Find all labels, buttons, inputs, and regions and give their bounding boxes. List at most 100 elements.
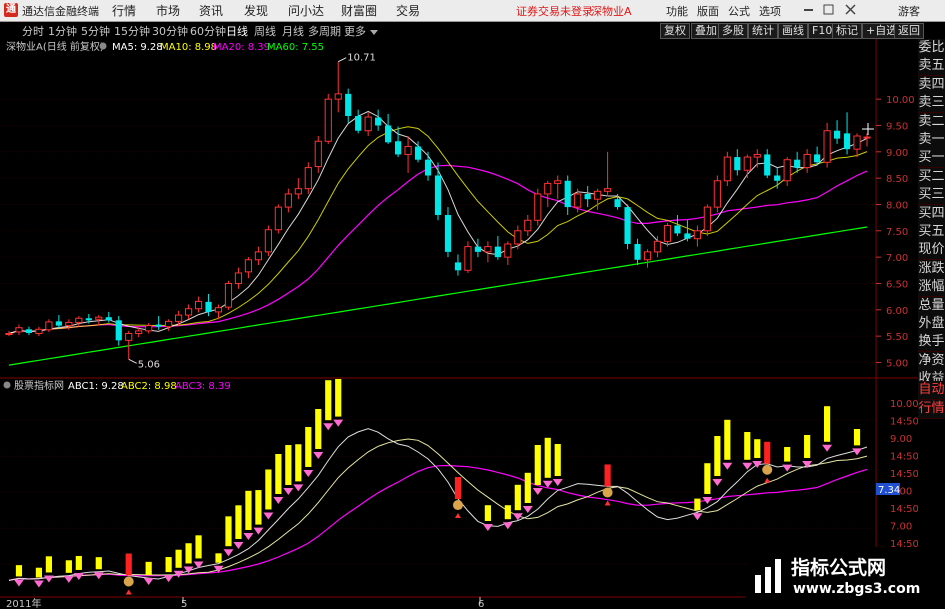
signal-bar-yellow xyxy=(65,560,72,573)
candle-body-down xyxy=(345,93,352,116)
candle-body-up xyxy=(713,180,721,208)
candle-body-down xyxy=(444,215,452,252)
signal-bar-yellow xyxy=(305,427,312,467)
signal-bar-yellow xyxy=(185,543,192,564)
menu-xuanxiang[interactable]: 选项 xyxy=(759,3,781,19)
side-tab-16[interactable]: 换手 xyxy=(918,333,945,353)
candle-body-down xyxy=(394,141,402,155)
more-chevron-down-icon[interactable] xyxy=(370,26,378,39)
adjust-price-button[interactable]: 复权 xyxy=(660,23,690,39)
menu-jiaoyi[interactable]: 交易 xyxy=(396,2,420,19)
signal-bar-yellow xyxy=(824,406,831,442)
candle xyxy=(324,93,332,144)
side-tab-17[interactable]: 净资 xyxy=(918,351,945,371)
period-tab-15min[interactable]: 15分钟 xyxy=(114,23,150,39)
menu-zixun[interactable]: 资讯 xyxy=(199,2,223,19)
back-button[interactable]: 返回 xyxy=(894,23,924,39)
menu-faxian[interactable]: 发现 xyxy=(244,2,268,19)
indicator-name: 股票指标网 xyxy=(14,379,64,392)
signal-bar-yellow xyxy=(15,565,23,577)
multi-stock-button[interactable]: 多股 xyxy=(718,23,748,39)
period-tab-5min[interactable]: 5分钟 xyxy=(81,23,110,39)
candle xyxy=(534,188,542,226)
side-tab-8[interactable]: 买三 xyxy=(918,186,945,206)
side-tab-19[interactable]: 自动 xyxy=(918,381,945,400)
candle xyxy=(224,280,233,310)
side-tab-7[interactable]: 买二 xyxy=(918,167,945,187)
candle-body-up xyxy=(594,190,602,200)
side-tab-13[interactable]: 涨幅 xyxy=(918,278,945,298)
candle-body-down xyxy=(614,199,621,208)
trading-login-notice[interactable]: 证券交易未登录 xyxy=(516,3,593,19)
candle-body-up xyxy=(254,251,263,261)
signal-bar-yellow xyxy=(145,561,152,575)
side-tab-4[interactable]: 卖二 xyxy=(918,112,945,132)
side-tab-11[interactable]: 现价 xyxy=(918,241,945,261)
candle-body-up xyxy=(574,193,582,208)
candle-body-down xyxy=(474,246,482,252)
period-tab-30min[interactable]: 30分钟 xyxy=(152,23,188,39)
statistics-button[interactable]: 统计 xyxy=(748,23,778,39)
side-tab-15[interactable]: 外盘 xyxy=(918,315,945,334)
period-tab-monthly[interactable]: 月线 xyxy=(282,23,304,39)
side-tab-12[interactable]: 涨跌 xyxy=(918,259,945,279)
side-tab-3[interactable]: 卖三 xyxy=(918,94,945,114)
menu-banmian[interactable]: 版面 xyxy=(697,3,719,19)
side-tab-1[interactable]: 卖五 xyxy=(918,57,945,77)
signal-bar-yellow xyxy=(265,469,272,510)
candle-body-up xyxy=(783,159,791,182)
watermark-logo-icon xyxy=(755,559,781,593)
side-tab-10[interactable]: 买五 xyxy=(918,223,945,242)
menu-gongshi[interactable]: 公式 xyxy=(728,3,750,19)
side-tab-9[interactable]: 买四 xyxy=(918,204,945,224)
draw-line-button[interactable]: 画线 xyxy=(778,23,808,39)
signal-bar-yellow xyxy=(95,557,102,570)
ma60-value: MA60: 7.55 xyxy=(267,42,324,53)
price-tick-label: 8.00 xyxy=(886,200,908,211)
menu-gongneng[interactable]: 功能 xyxy=(666,3,688,19)
signal-bar-yellow xyxy=(853,429,861,446)
kline-chart[interactable]: 5.00 5.50 6.00 6.50 7.00 7.50 8.00 8.50 9.00 9.50… xyxy=(0,39,918,379)
side-tab-14[interactable]: 总量 xyxy=(918,296,945,316)
side-tab-5[interactable]: 卖一 xyxy=(918,131,945,150)
period-toolbar: 分时 1分钟 5分钟 15分钟 30分钟 60分钟 日线 周线 月线 多周期 更… xyxy=(0,22,945,40)
candle-body-down xyxy=(674,225,681,234)
side-tab-6[interactable]: 买一 xyxy=(918,149,945,169)
side-tab-0[interactable]: 委比 xyxy=(918,39,945,58)
period-tab-1min[interactable]: 1分钟 xyxy=(48,23,77,39)
stock-name-label: 深物业A(日线 前复权) xyxy=(6,40,104,53)
signal-bar-red xyxy=(604,464,611,487)
period-tab-multi[interactable]: 多周期 xyxy=(308,23,341,39)
abc2-value: ABC2: 8.98 xyxy=(121,381,177,392)
signal-bar-yellow xyxy=(744,432,751,460)
signal-bar-yellow xyxy=(195,535,202,559)
period-tab-fenshi[interactable]: 分时 xyxy=(22,23,44,39)
candle-body-up xyxy=(75,317,83,323)
side-tab-2[interactable]: 卖四 xyxy=(918,75,945,95)
signal-bar-yellow xyxy=(275,454,282,494)
overlay-button[interactable]: 叠加 xyxy=(691,23,721,39)
menu-hangqing[interactable]: 行情 xyxy=(112,2,136,19)
candle-body-down xyxy=(843,133,851,150)
signal-bar-yellow xyxy=(524,472,531,503)
candle-body-up xyxy=(145,325,153,332)
candle-body-up xyxy=(165,320,173,328)
side-tab-20[interactable]: 行情 xyxy=(918,400,945,419)
period-tab-60min[interactable]: 60分钟 xyxy=(190,23,226,39)
indicator-axis-label: 9.00 xyxy=(890,434,912,445)
signal-bar-yellow xyxy=(694,498,701,511)
period-tab-weekly[interactable]: 周线 xyxy=(254,23,276,39)
menu-shichang[interactable]: 市场 xyxy=(156,2,180,19)
menu-wenxiaoda[interactable]: 问小达 xyxy=(288,2,324,19)
menu-caifuquan[interactable]: 财富圈 xyxy=(341,2,377,19)
guest-user-button[interactable]: 游客 xyxy=(898,3,920,19)
candle xyxy=(723,151,731,187)
low-price-label: 5.06 xyxy=(138,359,160,370)
period-tab-more[interactable]: 更多 xyxy=(344,23,366,39)
period-tab-daily[interactable]: 日线 xyxy=(226,23,248,39)
candle-body-down xyxy=(734,157,741,171)
candle-body-down xyxy=(564,180,571,208)
mark-button[interactable]: 标记 xyxy=(832,23,862,39)
candle-body-up xyxy=(15,327,23,333)
signal-bar-yellow xyxy=(724,419,731,460)
